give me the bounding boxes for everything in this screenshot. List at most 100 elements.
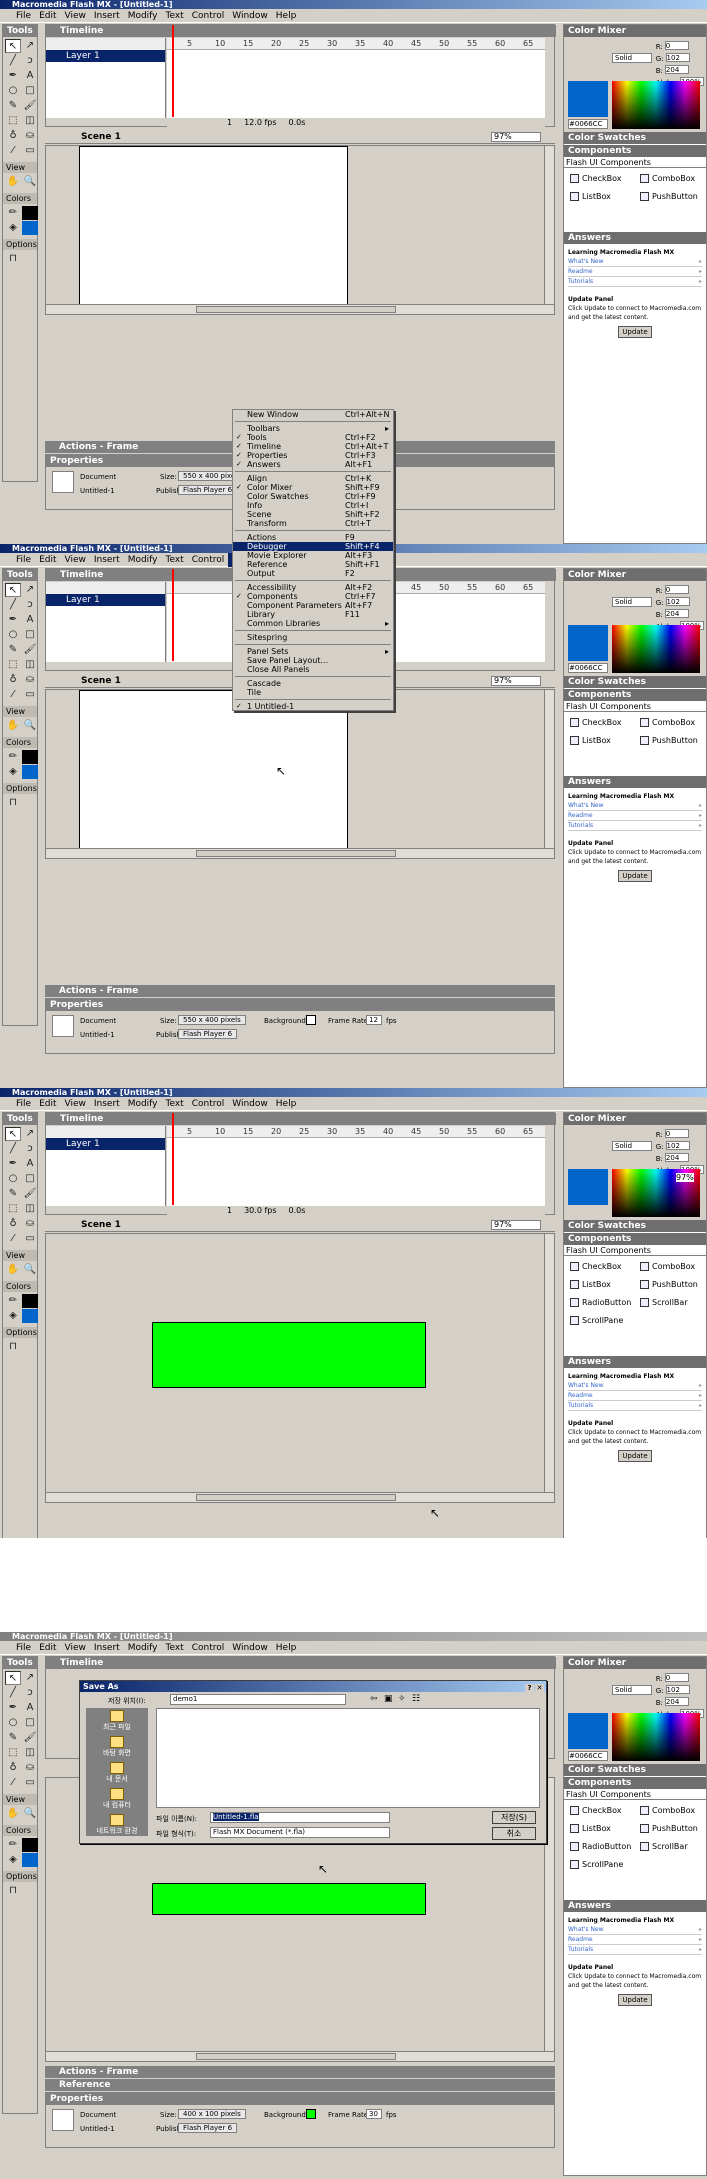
window-menu-item-33[interactable]: Cascade [233,679,393,688]
snap-magnet-icon[interactable]: ⊓ [5,1884,21,1898]
properties-header[interactable]: Properties [46,999,554,1011]
fill-swatch[interactable] [22,1853,38,1867]
tools-header[interactable]: Tools [3,25,37,37]
zoom-tool-icon[interactable]: 🔍 [22,719,38,733]
paint-bucket-tool-icon[interactable]: ⛀ [22,673,38,687]
hex-field[interactable]: #0066CC [568,663,608,673]
component-checkbox[interactable]: CheckBox [570,1806,621,1815]
green-rectangle-shape[interactable] [152,1883,426,1915]
answers-header[interactable]: Answers [564,776,706,788]
hex-field[interactable]: #0066CC [568,1751,608,1761]
brush-tool-icon[interactable]: 🖌 [22,1731,38,1745]
eraser-tool-icon[interactable]: ▭ [22,688,38,702]
menu-text[interactable]: Text [162,1641,188,1655]
pen-tool-icon[interactable]: ✒ [5,1701,21,1715]
update-button[interactable]: Update [618,1994,652,2006]
properties-header[interactable]: Properties [46,2093,554,2105]
menu-edit[interactable]: Edit [35,1097,60,1111]
menu-file[interactable]: File [12,553,35,567]
menu-control[interactable]: Control [188,1097,229,1111]
component-checkbox[interactable]: CheckBox [570,718,621,727]
component-radiobutton[interactable]: RadioButton [570,1842,631,1851]
component-scrollpane[interactable]: ScrollPane [570,1316,623,1325]
window-menu-item-27[interactable]: Sitespring [233,633,393,642]
paint-bucket-tool-icon[interactable]: ⛀ [22,1761,38,1775]
fill-color-icon[interactable]: ◈ [5,1853,21,1867]
hex-field[interactable]: #0066CC [568,119,608,129]
window-menu-item-9[interactable]: Color Mixer Shift+F9 [233,483,393,492]
whats-new-link[interactable]: What's New [568,801,702,811]
menu-view[interactable]: View [61,553,90,567]
timeline-header[interactable]: Timeline [46,25,556,37]
stroke-color-icon[interactable]: ✏ [5,750,21,764]
background-swatch[interactable] [306,1015,316,1025]
place-documents[interactable]: 내 문서 [86,1760,148,1786]
arrow-tool-icon[interactable]: ↖ [5,1671,21,1685]
zoom-select[interactable]: 97% [491,676,541,686]
eraser-tool-icon[interactable]: ▭ [22,1776,38,1790]
menu-insert[interactable]: Insert [90,1097,124,1111]
eyedropper-tool-icon[interactable]: ⁄ [5,144,21,158]
tutorials-link[interactable]: Tutorials [568,277,702,287]
window-menu-item-12[interactable]: Scene Shift+F2 [233,510,393,519]
playhead[interactable] [172,1113,174,1205]
line-tool-icon[interactable]: ╱ [5,1686,21,1700]
fill-swatch[interactable] [22,221,38,235]
readme-link[interactable]: Readme [568,1935,702,1945]
component-scrollpane[interactable]: ScrollPane [570,1860,623,1869]
actions-frame-header[interactable]: Actions - Frame [45,2066,555,2078]
menu-text[interactable]: Text [162,1097,188,1111]
zoom-select[interactable]: 97% [491,1220,541,1230]
menu-file[interactable]: File [12,1641,35,1655]
publish-settings-button[interactable]: Flash Player 6 [178,2123,238,2133]
window-menu-item-13[interactable]: Transform Ctrl+T [233,519,393,528]
window-menu-item-34[interactable]: Tile [233,688,393,697]
stage-area[interactable] [45,1233,555,1503]
red-field[interactable] [664,585,689,594]
rectangle-tool-icon[interactable]: □ [22,628,38,642]
menu-text[interactable]: Text [162,553,188,567]
fill-transform-tool-icon[interactable]: ◫ [22,1746,38,1760]
zoom-tool-icon[interactable]: 🔍 [22,175,38,189]
stroke-color-icon[interactable]: ✏ [5,1294,21,1308]
green-field[interactable] [665,597,690,606]
menu-file[interactable]: File [12,1097,35,1111]
components-header[interactable]: Components [564,1233,706,1245]
text-tool-icon[interactable]: A [22,1701,38,1715]
free-transform-tool-icon[interactable]: ⬚ [5,1746,21,1760]
text-tool-icon[interactable]: A [22,1157,38,1171]
component-listbox[interactable]: ListBox [570,1280,611,1289]
hand-tool-icon[interactable]: ✋ [5,1807,21,1821]
oval-tool-icon[interactable]: ○ [5,84,21,98]
window-menu-item-18[interactable]: Reference Shift+F1 [233,560,393,569]
lasso-tool-icon[interactable]: ↄ [22,1686,38,1700]
filename-input[interactable]: Untitled-1.fla [210,1812,390,1823]
window-menu-item-4[interactable]: Timeline Ctrl+Alt+T [233,442,393,451]
document-canvas[interactable] [79,146,348,306]
framerate-field[interactable]: 30 [366,2109,382,2119]
vertical-scrollbar[interactable] [544,146,554,314]
cancel-button[interactable]: 취소 [492,1827,536,1840]
fill-style-select[interactable]: Solid [612,53,652,63]
window-menu-item-16[interactable]: Debugger Shift+F4 [233,542,393,551]
update-button[interactable]: Update [618,1450,652,1462]
pencil-tool-icon[interactable]: ✎ [5,1731,21,1745]
arrow-tool-icon[interactable]: ↖ [5,39,21,53]
layer-row[interactable]: Layer 1 [46,1138,165,1150]
window-menu-item-22[interactable]: Components Ctrl+F7 [233,592,393,601]
file-list[interactable] [156,1708,540,1808]
component-pushbutton[interactable]: PushButton [640,736,698,745]
tools-header[interactable]: Tools [3,1657,37,1669]
zoom-tool-icon[interactable]: 🔍 [22,1263,38,1277]
publish-settings-button[interactable]: Flash Player 6 [178,485,238,495]
fill-swatch[interactable] [22,1309,38,1323]
menu-modify[interactable]: Modify [124,1641,162,1655]
green-rectangle-shape[interactable] [152,1322,426,1388]
help-icon[interactable]: ? [525,1684,534,1693]
layer-row[interactable]: Layer 1 [46,594,165,606]
fill-style-select[interactable]: Solid [612,597,652,607]
components-group[interactable]: Flash UI Components [564,1789,706,1800]
menu-view[interactable]: View [61,1097,90,1111]
menu-edit[interactable]: Edit [35,9,60,23]
component-scrollbar[interactable]: ScrollBar [640,1842,688,1851]
